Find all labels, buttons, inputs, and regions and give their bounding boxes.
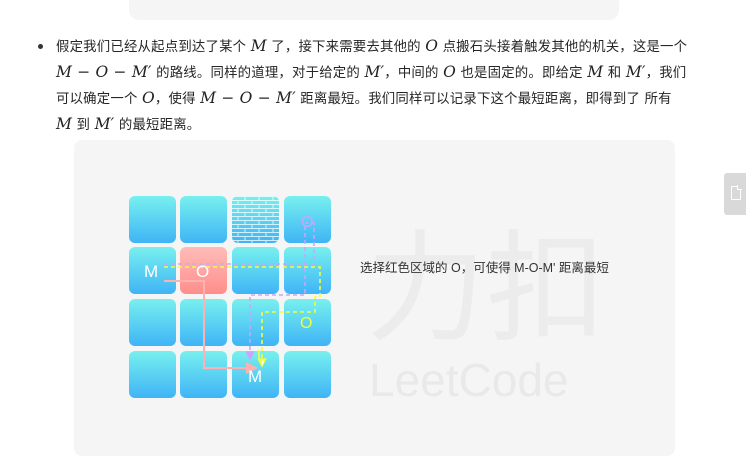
grid-tile bbox=[232, 299, 279, 346]
grid-tile bbox=[284, 247, 331, 294]
side-panel-tab[interactable] bbox=[724, 173, 746, 215]
illustration-card: 力扣 LeetCode M O O O M ′ 选择红色区域的 O，可使得 M-… bbox=[74, 140, 675, 456]
math-symbol: M bbox=[56, 115, 73, 133]
grid-tile bbox=[284, 351, 331, 398]
grid-tile bbox=[129, 351, 176, 398]
text-segment: 到 bbox=[72, 118, 95, 133]
wall-brick-icon bbox=[232, 196, 279, 243]
math-expression: M − O − M′ bbox=[56, 63, 152, 81]
watermark-logo-hanzi: 力扣 bbox=[366, 220, 606, 359]
bullet-item: 假定我们已经从起点到达了某个 M 了，接下来需要去其他的 O 点搬石头接着触发其… bbox=[38, 34, 688, 138]
figure-caption: 选择红色区域的 O，可使得 M-O-M' 距离最短 bbox=[360, 261, 609, 275]
label-m-start: M bbox=[144, 262, 158, 281]
text-segment: ，中间的 bbox=[384, 66, 444, 81]
math-symbol: O bbox=[443, 63, 456, 81]
math-symbol: O bbox=[425, 37, 439, 55]
text-segment: 了，接下来需要去其他的 bbox=[266, 40, 426, 55]
math-expression: M − O − M′ bbox=[200, 89, 296, 107]
text-segment: 距离最短。我们同样可以记录下这个最短距离，即得到了 所有 bbox=[295, 92, 672, 107]
text-segment: ，使得 bbox=[154, 92, 201, 107]
watermark-logo-latin: LeetCode bbox=[369, 354, 569, 406]
math-symbol: M bbox=[587, 63, 604, 81]
grid-tile bbox=[129, 196, 176, 243]
text-segment: 和 bbox=[603, 66, 626, 81]
text-segment: 也是固定的。即给定 bbox=[455, 66, 588, 81]
math-symbol: M′ bbox=[625, 63, 646, 81]
label-o-red: O bbox=[196, 262, 209, 281]
text-segment: 的路线。同样的道理，对于给定的 bbox=[151, 66, 365, 81]
label-o-purple: O bbox=[301, 214, 313, 231]
bullet-dot bbox=[38, 44, 43, 49]
math-symbol: M′ bbox=[364, 63, 385, 81]
math-symbol: M bbox=[250, 37, 267, 55]
label-o-yellow: O bbox=[300, 315, 312, 332]
grid-illustration: 力扣 LeetCode M O O O M ′ bbox=[129, 196, 606, 406]
previous-figure-card bbox=[129, 0, 619, 20]
explanation-paragraph: 假定我们已经从起点到达了某个 M 了，接下来需要去其他的 O 点搬石头接着触发其… bbox=[56, 34, 688, 138]
document-icon bbox=[731, 185, 742, 200]
text-segment: 的最短距离。 bbox=[114, 118, 201, 133]
math-symbol: M′ bbox=[94, 115, 115, 133]
grid-tile bbox=[180, 196, 227, 243]
text-segment: 假定我们已经从起点到达了某个 bbox=[56, 40, 251, 55]
label-m-end-prime: ′ bbox=[261, 357, 264, 376]
text-segment: 点搬石头接着触发其他的机关，这是一个 bbox=[438, 40, 688, 55]
grid-tile bbox=[232, 247, 279, 294]
grid-tile bbox=[129, 299, 176, 346]
math-symbol: O bbox=[142, 89, 155, 107]
